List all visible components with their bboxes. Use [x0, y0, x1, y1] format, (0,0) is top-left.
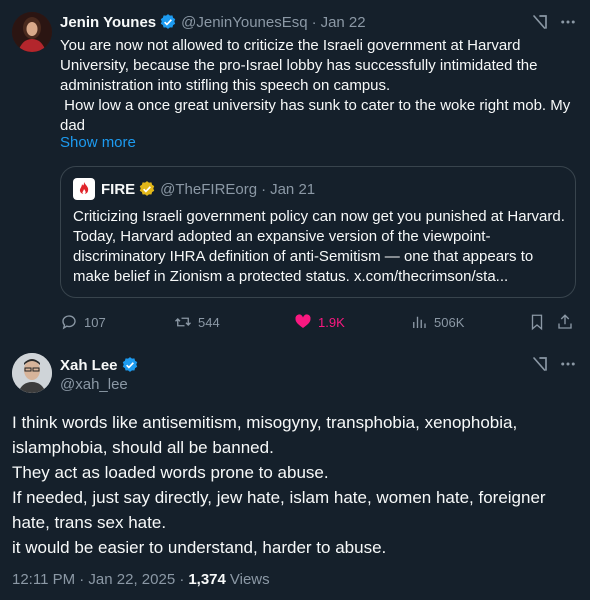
- like-button[interactable]: 1.9K: [294, 312, 345, 332]
- tweet2-timestamp[interactable]: 12:11 PM · Jan 22, 2025 ·: [12, 571, 184, 588]
- separator-dot: ·: [311, 13, 317, 31]
- quoted-tweet-card[interactable]: FIRE @TheFIREorg · Jan 21 Criticizing Is…: [60, 166, 576, 298]
- repost-icon: [175, 317, 191, 327]
- tweet1-handle[interactable]: @JeninYounesEsq: [181, 14, 307, 31]
- bookmark-icon: [531, 314, 543, 331]
- quote-text: Criticizing Israeli government policy ca…: [73, 208, 565, 285]
- quote-handle: @TheFIREorg: [160, 180, 258, 198]
- tweet2-views-count: 1,374: [188, 570, 226, 588]
- tweet1-header: Jenin Younes @JeninYounesEsq · Jan 22: [60, 12, 366, 32]
- tweet2-handle[interactable]: @xah_lee: [60, 376, 128, 393]
- like-count: 1.9K: [318, 314, 345, 330]
- views-count: 506K: [434, 314, 465, 330]
- tweet1-text: You are now not allowed to criticize the…: [60, 37, 571, 134]
- tweet2-views-label: Views: [229, 570, 270, 588]
- tweet2-text: I think words like antisemitism, misogyn…: [12, 413, 546, 557]
- views-button[interactable]: 506K: [410, 312, 464, 332]
- quote-header: FIRE @TheFIREorg · Jan 21: [73, 178, 316, 200]
- bookmark-button[interactable]: [528, 312, 552, 332]
- more-icon[interactable]: [558, 12, 578, 32]
- verified-badge-icon: [121, 356, 139, 374]
- avatar-jenin-younes[interactable]: [12, 12, 52, 52]
- avatar-xah-lee[interactable]: [12, 353, 52, 393]
- reply-count: 107: [84, 314, 106, 330]
- repost-count: 544: [198, 314, 220, 330]
- tweet2-author: Xah Lee: [60, 355, 143, 375]
- separator-dot: ·: [261, 180, 267, 198]
- repost-button[interactable]: 544: [174, 312, 220, 332]
- verified-badge-icon: [138, 180, 156, 198]
- views-icon: [413, 316, 426, 328]
- reply-icon: [62, 315, 76, 330]
- tweet2-meta: 12:11 PM · Jan 22, 2025 · 1,374 Views: [12, 570, 270, 588]
- tweet1-date[interactable]: Jan 22: [321, 14, 366, 31]
- grok-icon[interactable]: [530, 12, 550, 32]
- more-icon[interactable]: [558, 354, 578, 374]
- like-icon: [295, 314, 311, 328]
- reply-button[interactable]: 107: [60, 312, 106, 332]
- grok-icon[interactable]: [530, 354, 550, 374]
- share-icon: [558, 314, 572, 329]
- tweet2-author-name[interactable]: Xah Lee: [60, 357, 118, 374]
- share-button[interactable]: [556, 312, 580, 332]
- tweet1-author-name[interactable]: Jenin Younes: [60, 14, 156, 31]
- fire-logo: [73, 178, 95, 200]
- show-more-link[interactable]: Show more: [60, 134, 136, 151]
- quote-author-name: FIRE: [101, 180, 136, 198]
- quote-date: Jan 21: [270, 180, 316, 198]
- verified-badge-icon: [159, 13, 177, 31]
- tweet1-action-bar: 107 544 1.9K 506K: [60, 312, 576, 332]
